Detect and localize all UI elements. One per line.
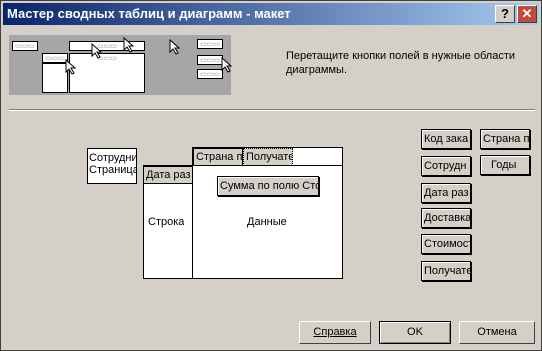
close-icon[interactable]: ✕ — [517, 5, 537, 23]
field-order-code[interactable]: Код зака — [421, 129, 471, 149]
help-icon[interactable]: ? — [495, 5, 515, 23]
cursor-icon — [91, 43, 103, 59]
row-area-label: Строка — [148, 216, 185, 228]
page-field-label[interactable]: Сотрудник Страница — [89, 152, 137, 176]
data-area-label: Данные — [247, 216, 287, 228]
help-button[interactable]: Справка — [299, 321, 371, 344]
ok-button[interactable]: OK — [379, 321, 451, 344]
cursor-icon — [221, 57, 233, 73]
preview-field-2: ▭▭▭ — [197, 55, 223, 65]
cursor-icon — [123, 37, 135, 53]
page-area[interactable]: Сотрудник Страница — [87, 148, 137, 184]
title-bar: Мастер сводных таблиц и диаграмм - макет… — [3, 3, 539, 25]
field-country[interactable]: Страна п — [480, 129, 530, 149]
field-order-date[interactable]: Дата раз — [421, 183, 471, 203]
preview-field-1: ▭▭▭ — [197, 39, 223, 49]
field-cost[interactable]: Стоимост — [421, 234, 471, 254]
cancel-button[interactable]: Отмена — [459, 321, 535, 344]
row-field-date[interactable]: Дата раз — [143, 166, 193, 184]
instruction-text: Перетащите кнопки полей в нужные области… — [286, 50, 516, 76]
preview-page-field: ▭▭▭ — [12, 41, 38, 51]
separator — [9, 109, 535, 111]
pivot-wizard-dialog: Мастер сводных таблиц и диаграмм - макет… — [0, 0, 542, 351]
field-years[interactable]: Годы — [480, 155, 530, 175]
cancel-button-label: Отмена — [477, 326, 517, 338]
ok-button-label: OK — [407, 326, 423, 338]
preview-data-area: ▭▭▭ — [69, 53, 145, 93]
preview-field-3: ▭▭▭ — [197, 69, 223, 79]
field-recipient[interactable]: Получате — [421, 261, 471, 281]
cursor-icon — [169, 39, 181, 55]
layout-preview-image: ▭▭▭ ▭▭▭ ▭▭▭ ▭▭▭ ▭▭▭ ▭▭▭ ▭▭▭ — [9, 35, 233, 95]
help-button-label: Справка — [313, 326, 357, 338]
column-field-country[interactable]: Страна п — [193, 148, 243, 166]
data-field-sum[interactable]: Сумма по полю Сто — [217, 176, 319, 196]
column-field-recipient[interactable]: Получате — [243, 148, 293, 166]
field-shipping[interactable]: Доставка — [421, 208, 471, 228]
cursor-icon — [65, 59, 77, 75]
window-title: Мастер сводных таблиц и диаграмм - макет — [7, 6, 291, 21]
field-employee[interactable]: Сотрудн — [421, 156, 471, 176]
